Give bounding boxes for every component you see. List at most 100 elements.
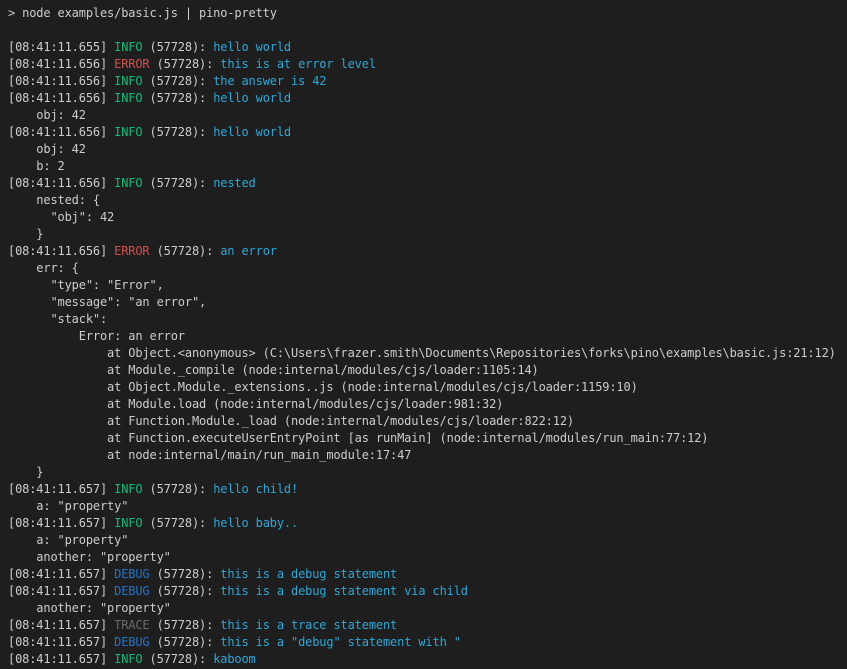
log-detail-line: b: 2 [8, 158, 847, 175]
log-line: [08:41:11.657] INFO (57728): kaboom [8, 651, 847, 668]
log-pid: (57728): [150, 244, 221, 258]
log-level-info: INFO [114, 652, 142, 666]
stack-trace-frame: at Object.<anonymous> (C:\Users\frazer.s… [8, 346, 836, 360]
log-detail-line: nested: { [8, 192, 847, 209]
log-object-property: another: "property" [8, 550, 171, 564]
log-timestamp: [08:41:11.656] [8, 244, 114, 258]
log-message: kaboom [213, 652, 255, 666]
stack-trace-frame: at Function.Module._load (node:internal/… [8, 414, 574, 428]
log-object-property: a: "property" [8, 533, 128, 547]
log-detail-line: obj: 42 [8, 141, 847, 158]
log-detail-line: "obj": 42 [8, 209, 847, 226]
log-level-info: INFO [114, 91, 142, 105]
log-line: [08:41:11.656] INFO (57728): hello world [8, 124, 847, 141]
log-object-property: } [8, 227, 43, 241]
log-level-info: INFO [114, 74, 142, 88]
log-line: [08:41:11.656] ERROR (57728): an error [8, 243, 847, 260]
log-line: [08:41:11.656] INFO (57728): hello world [8, 90, 847, 107]
log-line: [08:41:11.655] INFO (57728): hello world [8, 39, 847, 56]
log-line: [08:41:11.657] DEBUG (57728): this is a … [8, 583, 847, 600]
log-message: this is at error level [220, 57, 376, 71]
log-detail-line: another: "property" [8, 549, 847, 566]
log-timestamp: [08:41:11.656] [8, 57, 114, 71]
log-message: the answer is 42 [213, 74, 326, 88]
log-detail-line: at Object.Module._extensions..js (node:i… [8, 379, 847, 396]
log-level-error: ERROR [114, 57, 149, 71]
stack-trace-frame: at Module._compile (node:internal/module… [8, 363, 539, 377]
log-detail-line: a: "property" [8, 532, 847, 549]
log-line: [08:41:11.657] DEBUG (57728): this is a … [8, 634, 847, 651]
log-detail-line: "message": "an error", [8, 294, 847, 311]
log-level-debug: DEBUG [114, 635, 149, 649]
log-timestamp: [08:41:11.656] [8, 74, 114, 88]
stack-trace-frame: at Module.load (node:internal/modules/cj… [8, 397, 503, 411]
log-level-info: INFO [114, 125, 142, 139]
log-timestamp: [08:41:11.657] [8, 567, 114, 581]
log-message: this is a trace statement [220, 618, 397, 632]
log-line: [08:41:11.657] INFO (57728): hello baby.… [8, 515, 847, 532]
log-level-info: INFO [114, 40, 142, 54]
log-error-stack-key: "stack": [8, 312, 107, 326]
log-detail-line: at Module.load (node:internal/modules/cj… [8, 396, 847, 413]
stack-trace-header: Error: an error [8, 329, 185, 343]
log-timestamp: [08:41:11.656] [8, 91, 114, 105]
terminal-window[interactable]: > node examples/basic.js | pino-pretty [0… [0, 0, 847, 669]
log-timestamp: [08:41:11.657] [8, 618, 114, 632]
log-timestamp: [08:41:11.657] [8, 516, 114, 530]
log-level-info: INFO [114, 516, 142, 530]
log-detail-line: "type": "Error", [8, 277, 847, 294]
log-message: this is a debug statement [220, 567, 397, 581]
log-pid: (57728): [142, 40, 213, 54]
log-pid: (57728): [150, 567, 221, 581]
log-level-error: ERROR [114, 244, 149, 258]
shell-command: > node examples/basic.js | pino-pretty [8, 6, 277, 20]
log-level-trace: TRACE [114, 618, 149, 632]
stack-trace-frame: at node:internal/main/run_main_module:17… [8, 448, 411, 462]
log-timestamp: [08:41:11.657] [8, 652, 114, 666]
log-pid: (57728): [142, 482, 213, 496]
log-detail-line: another: "property" [8, 600, 847, 617]
log-message: hello world [213, 40, 291, 54]
log-detail-line: at Function.executeUserEntryPoint [as ru… [8, 430, 847, 447]
log-line: [08:41:11.657] TRACE (57728): this is a … [8, 617, 847, 634]
log-message: an error [220, 244, 277, 258]
log-timestamp: [08:41:11.657] [8, 584, 114, 598]
log-line: [08:41:11.657] DEBUG (57728): this is a … [8, 566, 847, 583]
terminal-output: > node examples/basic.js | pino-pretty [0… [8, 5, 847, 668]
log-level-debug: DEBUG [114, 584, 149, 598]
log-detail-line: at Module._compile (node:internal/module… [8, 362, 847, 379]
log-level-info: INFO [114, 482, 142, 496]
log-message: nested [213, 176, 255, 190]
log-error-object: err: { [8, 261, 79, 275]
log-error-message: "message": "an error", [8, 295, 206, 309]
log-line: [08:41:11.656] ERROR (57728): this is at… [8, 56, 847, 73]
log-pid: (57728): [142, 652, 213, 666]
log-pid: (57728): [142, 516, 213, 530]
log-detail-line: } [8, 464, 847, 481]
log-message: hello child! [213, 482, 298, 496]
log-pid: (57728): [142, 74, 213, 88]
log-pid: (57728): [142, 91, 213, 105]
log-message: hello world [213, 91, 291, 105]
log-pid: (57728): [150, 618, 221, 632]
log-line: [08:41:11.657] INFO (57728): hello child… [8, 481, 847, 498]
log-timestamp: [08:41:11.656] [8, 176, 114, 190]
prompt-line: > node examples/basic.js | pino-pretty [8, 5, 847, 22]
log-message: this is a debug statement via child [220, 584, 468, 598]
log-object-property: nested: { [8, 193, 100, 207]
log-timestamp: [08:41:11.655] [8, 40, 114, 54]
log-message: hello baby.. [213, 516, 298, 530]
log-detail-line: "stack": [8, 311, 847, 328]
log-pid: (57728): [150, 57, 221, 71]
log-line: [08:41:11.656] INFO (57728): the answer … [8, 73, 847, 90]
log-line: [08:41:11.656] INFO (57728): nested [8, 175, 847, 192]
log-timestamp: [08:41:11.656] [8, 125, 114, 139]
stack-trace-frame: at Function.executeUserEntryPoint [as ru… [8, 431, 708, 445]
log-pid: (57728): [150, 635, 221, 649]
stack-trace-frame: at Object.Module._extensions..js (node:i… [8, 380, 638, 394]
log-level-info: INFO [114, 176, 142, 190]
blank-line [8, 22, 847, 39]
log-detail-line: at Function.Module._load (node:internal/… [8, 413, 847, 430]
log-object-property: a: "property" [8, 499, 128, 513]
log-object-property: obj: 42 [8, 142, 86, 156]
